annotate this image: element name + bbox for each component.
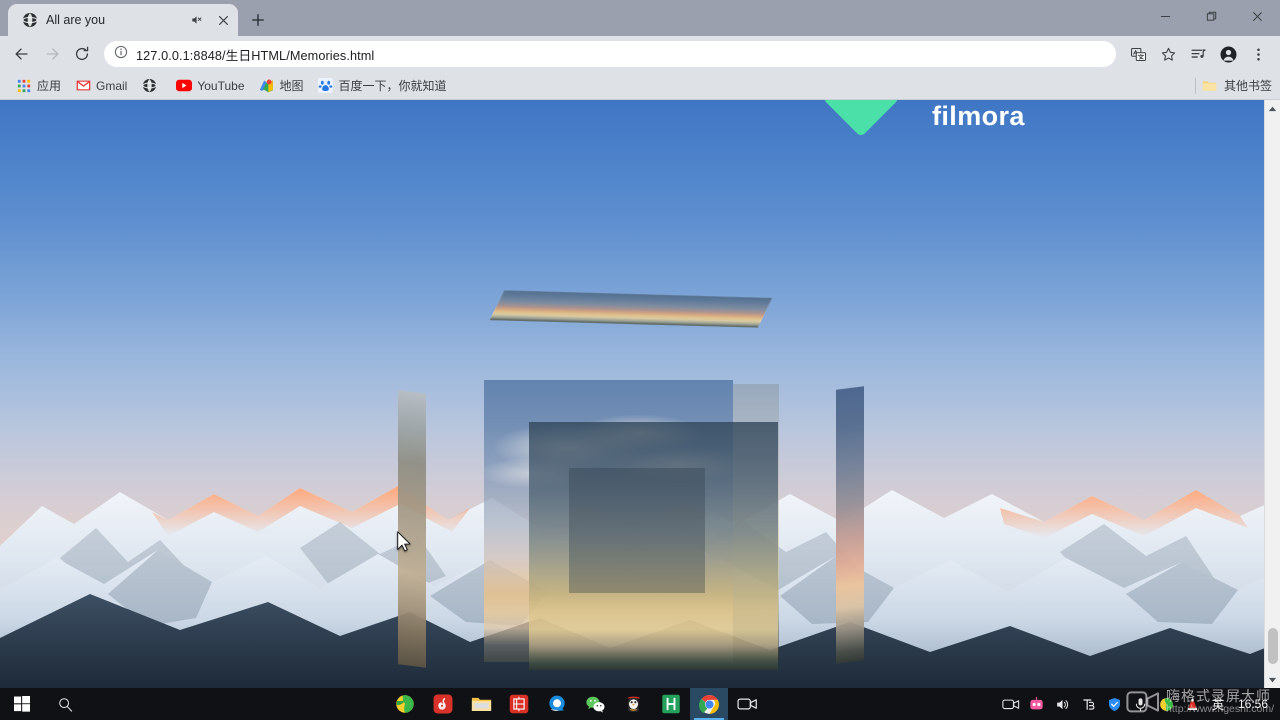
new-tab-button[interactable] (244, 6, 272, 34)
top-flat-panel[interactable] (489, 290, 773, 328)
windows-taskbar: 英 16:56 (0, 688, 1280, 720)
apps-grid-icon (16, 78, 32, 94)
bookmark-gmail[interactable]: Gmail (69, 76, 133, 96)
translate-icon[interactable] (1124, 40, 1152, 68)
globe-icon (22, 12, 38, 28)
bookmarks-bar: 应用 Gmail YouTube 地图 百度一下，你就知道 其他书签 (0, 72, 1280, 100)
bookmark-label: 应用 (37, 79, 62, 93)
bookmark-baidu[interactable]: 百度一下，你就知道 (312, 75, 453, 96)
inner-face-panel (569, 468, 705, 593)
other-bookmarks-label: 其他书签 (1223, 79, 1272, 93)
panel-photo (398, 390, 426, 668)
panel-photo (489, 290, 773, 328)
reload-button[interactable] (68, 40, 96, 68)
divider (1194, 77, 1196, 94)
wechat-icon (585, 696, 604, 712)
taskbar-item-dianxin[interactable] (500, 688, 538, 720)
bookmark-apps[interactable]: 应用 (10, 75, 67, 96)
maximize-button[interactable] (1188, 0, 1234, 32)
chrome-browser-window: All are you 127.0.0.1:8848/生日HTML/Memori… (0, 0, 1280, 720)
taskbar-clock[interactable]: 16:56 (1230, 698, 1276, 711)
tray-shield-icon[interactable] (1102, 688, 1128, 720)
forward-button[interactable] (38, 40, 66, 68)
ime-indicator[interactable]: 英 (1206, 696, 1230, 713)
taskbar-item-qq[interactable] (614, 688, 652, 720)
window-controls (1142, 0, 1280, 36)
baidu-icon (318, 78, 334, 94)
page-viewport: 喵影工厂 filmora (0, 100, 1280, 688)
tray-microphone-icon[interactable] (1128, 688, 1154, 720)
bookmark-label: 地图 (279, 79, 304, 93)
taskbar-item-h-app[interactable] (652, 688, 690, 720)
tray-video-camera-icon[interactable] (998, 688, 1024, 720)
taskbar-item-screen-recorder[interactable] (728, 688, 766, 720)
tab-title: All are you (46, 13, 106, 27)
taskbar-search-button[interactable] (44, 688, 86, 720)
media-list-icon[interactable] (1184, 40, 1212, 68)
scroll-down-arrow[interactable] (1265, 671, 1280, 688)
bookmark-label: 百度一下，你就知道 (338, 79, 447, 93)
right-edge-panel[interactable] (836, 386, 864, 664)
bookmark-youtube[interactable]: YouTube (170, 76, 250, 96)
windows-start-button[interactable] (0, 688, 44, 720)
tray-volume-icon[interactable] (1050, 688, 1076, 720)
three-dot-menu-icon[interactable] (1244, 40, 1272, 68)
chrome-icon (698, 694, 719, 714)
url-text: 127.0.0.1:8848/生日HTML/Memories.html (136, 48, 375, 63)
qq-browser-icon (549, 695, 565, 711)
taskbar-item-chrome[interactable] (690, 688, 728, 720)
browser-toolbar: 127.0.0.1:8848/生日HTML/Memories.html (0, 36, 1280, 72)
globe-green-icon (396, 695, 414, 713)
tray-sogou-input-icon[interactable] (1076, 688, 1102, 720)
maps-icon (259, 78, 275, 94)
tray-360-safe-icon[interactable] (1154, 688, 1180, 720)
folder-icon (1202, 78, 1218, 94)
taskbar-item-360-browser[interactable] (386, 688, 424, 720)
taskbar-app-list (386, 688, 766, 720)
bookmark-maps[interactable]: 地图 (253, 75, 310, 96)
panel-photo (836, 386, 864, 664)
photo-cube-stage (0, 100, 1280, 688)
speaker-muted-icon[interactable] (188, 11, 206, 29)
letter-h-icon (662, 694, 680, 714)
gmail-icon (75, 78, 91, 94)
bookmark-label: Gmail (96, 78, 128, 93)
taskbar-item-qq-browser[interactable] (538, 688, 576, 720)
page-scrollbar[interactable] (1264, 100, 1280, 688)
folder-icon (471, 697, 491, 711)
music-note-icon (433, 694, 453, 714)
bookmark-star-icon[interactable] (1154, 40, 1182, 68)
video-camera-icon (736, 698, 757, 710)
scrollbar-thumb[interactable] (1268, 628, 1278, 664)
tray-robot-icon[interactable] (1024, 688, 1050, 720)
tab-strip: All are you (0, 0, 1280, 36)
tray-santa-icon[interactable] (1180, 688, 1206, 720)
minimize-button[interactable] (1142, 0, 1188, 32)
taskbar-item-file-explorer[interactable] (462, 688, 500, 720)
bookmark-label: YouTube (197, 78, 245, 93)
browser-tab[interactable]: All are you (8, 4, 238, 36)
system-tray: 英 16:56 (998, 688, 1280, 720)
mouse-cursor (397, 531, 411, 552)
address-bar[interactable]: 127.0.0.1:8848/生日HTML/Memories.html (104, 41, 1116, 67)
red-square-icon (509, 694, 529, 714)
toolbar-right-actions (1124, 40, 1272, 68)
left-edge-panel[interactable] (398, 390, 426, 668)
back-button[interactable] (8, 40, 36, 68)
globe-icon (141, 78, 157, 94)
scroll-up-arrow[interactable] (1265, 100, 1280, 117)
close-button[interactable] (1234, 0, 1280, 32)
bookmarks-bar-right: 其他书签 (1194, 77, 1272, 94)
profile-avatar-icon[interactable] (1214, 40, 1242, 68)
taskbar-item-netease-music[interactable] (424, 688, 462, 720)
info-circle-icon[interactable] (114, 45, 128, 64)
tab-close-icon[interactable] (214, 11, 232, 29)
bookmark-globe[interactable] (135, 76, 168, 96)
taskbar-item-wechat[interactable] (576, 688, 614, 720)
youtube-icon (176, 78, 193, 94)
qq-penguin-icon (626, 696, 640, 712)
